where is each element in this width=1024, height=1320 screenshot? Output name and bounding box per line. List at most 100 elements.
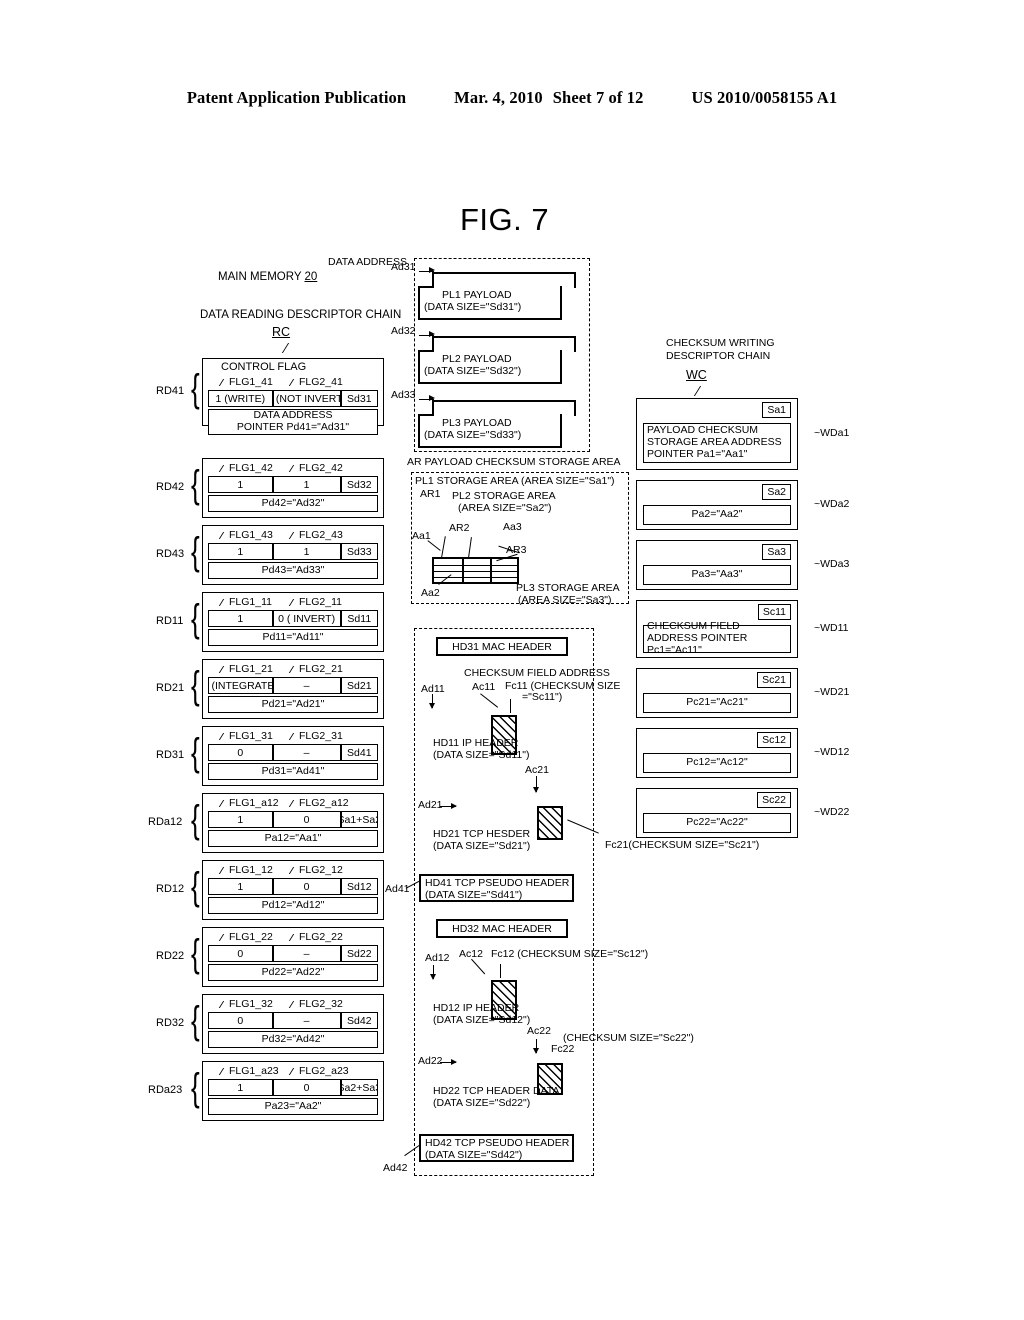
pointer-line2: Pd11="Ad11" <box>262 630 324 643</box>
flg2-name: FLG2_11 <box>299 596 342 608</box>
ad41-label: Ad41 <box>385 883 410 895</box>
ad21-label: Ad21 <box>418 799 443 811</box>
main-memory-ref: 20 <box>304 271 318 283</box>
flg1-name: FLG1_21 <box>229 663 273 675</box>
descriptor-row[interactable]: FLG1_42 FLG2_42 1 1 Sd32 Pd42="Ad32" <box>202 458 387 521</box>
flg1-value: 1 <box>208 1079 273 1096</box>
flg2-name: FLG2_43 <box>299 529 343 541</box>
flg1-value: 1 <box>208 811 273 828</box>
ar2-label: AR2 <box>449 522 470 534</box>
descriptor-row[interactable]: FLG1_32 FLG2_32 0– Sd42 Pd32="Ad42" <box>202 994 387 1057</box>
data-size-value: Sd41 <box>340 744 378 761</box>
address-pointer: Pd43="Ad33" <box>208 562 378 579</box>
writing-descriptor-row[interactable]: Sc12 Pc12="Ac12" <box>636 728 802 781</box>
publication-date: Mar. 4, 2010 <box>454 88 543 107</box>
descriptor-row-label: RD42 <box>156 481 185 493</box>
flg2-name: FLG2_a12 <box>299 797 349 809</box>
flg1-value: 1 <box>208 476 273 493</box>
descriptor-row-label: RD11 <box>156 615 184 627</box>
flg1-name: FLG1_43 <box>229 529 273 541</box>
flg2-value: 1 <box>272 476 341 493</box>
sc22-label: (CHECKSUM SIZE="Sc22") <box>563 1032 694 1044</box>
descriptor-row[interactable]: FLG1_21 FLG2_21 0 (INTEGRATE)–Sd21 Pd21="Ad… <box>202 659 387 722</box>
flg1-value: 1 (WRITE) <box>208 390 273 407</box>
descriptor-row[interactable]: FLG1_12 FLG2_12 1 0 Sd12 Pd12="Ad12" <box>202 860 387 923</box>
flg1-value: 1 <box>208 878 273 895</box>
descriptor-row-brace: { <box>191 595 200 641</box>
header-name: HD11 IP HEADER <box>433 737 519 749</box>
control-flag-label: CONTROL FLAG <box>221 361 307 373</box>
flg2-value: – <box>272 1012 341 1029</box>
descriptor-row-brace: { <box>191 528 200 574</box>
pointer-line2: Pd42="Ad32" <box>261 496 325 509</box>
pl2-storage-label-l1: PL2 STORAGE AREA <box>452 490 556 502</box>
writing-descriptor-row[interactable]: Sa2 Pa2="Aa2" <box>636 480 802 533</box>
address-pointer: Pa23="Aa2" <box>208 1098 378 1115</box>
flg2-value: – <box>272 744 341 761</box>
flg1-name: FLG1_42 <box>229 462 273 474</box>
descriptor-row[interactable]: FLG1_31 FLG2_31 0– Sd41 Pd31="Ad41" <box>202 726 387 789</box>
ad22-label: Ad22 <box>418 1055 443 1067</box>
ac11-label: Ac11 <box>472 681 496 693</box>
writing-pointer-line3: POINTER Pa1="Aa1" <box>647 447 748 460</box>
pointer-line2: POINTER Pd41="Ad31" <box>236 421 350 433</box>
writing-descriptor-row-label: ~WD11 <box>814 622 849 634</box>
flg1-value: 0 (INTEGRATE) <box>208 677 273 694</box>
address-pointer: Pd31="Ad41" <box>208 763 378 780</box>
flg2-name: FLG2_31 <box>299 730 343 742</box>
writing-descriptor-row[interactable]: Sa3 Pa3="Aa3" <box>636 540 802 593</box>
descriptor-row[interactable]: FLG1_a23 FLG2_a23 10Sa2+Sa3 Pa23="Aa2" <box>202 1061 387 1124</box>
pointer-line2: Pd43="Ad33" <box>261 563 325 576</box>
writing-descriptor-row[interactable]: Sc22 Pc22="Ac22" <box>636 788 802 841</box>
descriptor-row-brace: { <box>191 930 200 976</box>
page-header: Patent Application Publication Mar. 4, 2… <box>0 88 1024 108</box>
writing-pointer-line2: ADDRESS POINTER Pc1="Ac11" <box>647 632 748 656</box>
descriptor-row-brace: { <box>191 997 200 1043</box>
flg2-value: 0 <box>272 811 341 828</box>
ac21-label: Ac21 <box>525 764 549 776</box>
descriptor-row-brace: { <box>191 796 200 842</box>
flg2-value: 1 <box>272 543 341 560</box>
writing-pointer: PAYLOAD CHECKSUM STORAGE AREA ADDRESS POIN… <box>643 423 791 463</box>
flg1-value: 0 <box>208 945 273 962</box>
writing-pointer: Pc21="Ac21" <box>643 693 791 713</box>
descriptor-row-label: RD31 <box>156 749 185 761</box>
flg2-value: – <box>272 945 341 962</box>
descriptor-chain-label: DATA READING DESCRIPTOR CHAIN <box>200 309 402 321</box>
writing-descriptor-row-label: ~WD22 <box>814 806 850 818</box>
checksum-size-tag: Sc21 <box>757 672 791 688</box>
pointer-line2: Pd21="Ad21" <box>261 697 325 710</box>
descriptor-row[interactable]: CONTROL FLAG FLG1_41 FLG2_41 1 (WRITE)1 (NO… <box>202 358 387 435</box>
writing-pointer: Pc12="Ac12" <box>643 753 791 773</box>
ad42-label: Ad42 <box>383 1162 408 1174</box>
flg2-value: 0 ( INVERT) <box>272 610 341 627</box>
flg1-name: FLG1_a23 <box>229 1065 279 1077</box>
pl2-storage-label-l2: (AREA SIZE="Sa2") <box>458 502 552 514</box>
data-size-value: Sd42 <box>340 1012 378 1029</box>
writing-descriptor-row-label: ~WDa3 <box>814 558 850 570</box>
flg2-name: FLG2_a23 <box>299 1065 349 1077</box>
writing-descriptor-row[interactable]: Sc11 CHECKSUM FIELD ADDRESS POINTER Pc1="A… <box>636 600 802 661</box>
checksum-size-tag: Sa2 <box>762 484 791 500</box>
writing-pointer: Pc22="Ac22" <box>643 813 791 833</box>
flg1-name: FLG1_41 <box>229 376 273 388</box>
descriptor-row[interactable]: FLG1_11 FLG2_11 1 0 ( INVERT) Sd11 Pd11="Ad11… <box>202 592 387 655</box>
flg2-name: FLG2_22 <box>299 931 343 943</box>
descriptor-row-label: RDa12 <box>148 816 183 828</box>
pl1-storage-label: PL1 STORAGE AREA (AREA SIZE="Sa1") <box>415 475 615 487</box>
descriptor-row-label: RD21 <box>156 682 185 694</box>
descriptor-row[interactable]: FLG1_22 FLG2_22 0– Sd22 Pd22="Ad22" <box>202 927 387 990</box>
ac22-label: Ac22 <box>527 1025 551 1037</box>
writing-pointer-line1: Pc12="Ac12" <box>686 756 748 769</box>
writing-descriptor-row-label: ~WD21 <box>814 686 850 698</box>
main-memory-label: MAIN MEMORY 20 <box>218 271 318 283</box>
pl3-storage-label-l1: PL3 STORAGE AREA <box>516 582 620 594</box>
writing-pointer-line1: Pc21="Ac21" <box>686 696 748 709</box>
flg2-value: 0 <box>272 878 341 895</box>
writing-descriptor-row[interactable]: Sc21 Pc21="Ac21" <box>636 668 802 721</box>
pointer-line2: Pd32="Ad42" <box>261 1032 325 1045</box>
descriptor-row[interactable]: FLG1_43 FLG2_43 1 1 Sd33 Pd43="Ad33" <box>202 525 387 588</box>
writing-descriptor-row-label: ~WDa1 <box>814 427 850 439</box>
writing-descriptor-row[interactable]: Sa1 PAYLOAD CHECKSUM STORAGE AREA ADDRESS P… <box>636 398 802 473</box>
descriptor-row[interactable]: FLG1_a12 FLG2_a12 10Sa1+Sa2 Pa12="Aa1" <box>202 793 387 856</box>
